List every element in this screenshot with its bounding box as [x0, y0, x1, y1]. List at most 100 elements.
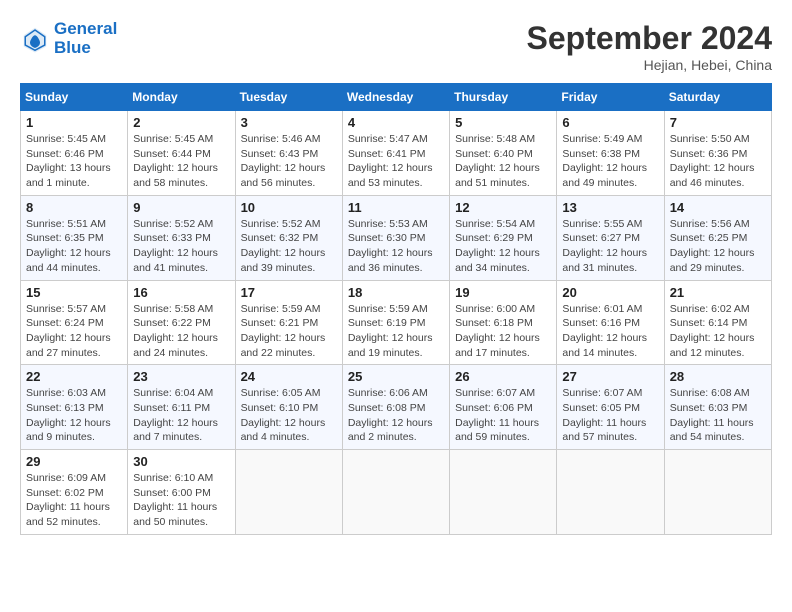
day-number: 23	[133, 369, 229, 384]
calendar-cell: 11Sunrise: 5:53 AM Sunset: 6:30 PM Dayli…	[342, 195, 449, 280]
calendar-cell: 7 Sunrise: 5:50 AM Sunset: 6:36 PM Daylig…	[664, 111, 771, 196]
day-number: 25	[348, 369, 444, 384]
calendar-week-3: 15 Sunrise: 5:57 AM Sunset: 6:24 PM Dayli…	[21, 280, 772, 365]
day-number: 17	[241, 285, 337, 300]
day-number: 10	[241, 200, 337, 215]
calendar-cell: 9 Sunrise: 5:52 AM Sunset: 6:33 PM Daylig…	[128, 195, 235, 280]
day-number: 1	[26, 115, 122, 130]
calendar-cell	[450, 450, 557, 535]
calendar-cell: 2Sunrise: 5:45 AM Sunset: 6:44 PM Daylig…	[128, 111, 235, 196]
day-number: 24	[241, 369, 337, 384]
day-info: Sunrise: 5:59 AM Sunset: 6:19 PM Dayligh…	[348, 302, 444, 361]
calendar-cell: 19 Sunrise: 6:00 AM Sunset: 6:18 PM Dayli…	[450, 280, 557, 365]
day-number: 28	[670, 369, 766, 384]
day-info: Sunrise: 5:52 AM Sunset: 6:32 PM Dayligh…	[241, 217, 337, 276]
day-info: Sunrise: 6:08 AM Sunset: 6:03 PM Dayligh…	[670, 386, 766, 445]
weekday-header-saturday: Saturday	[664, 84, 771, 111]
day-info: Sunrise: 6:06 AM Sunset: 6:08 PM Dayligh…	[348, 386, 444, 445]
calendar-cell: 4 Sunrise: 5:47 AM Sunset: 6:41 PM Daylig…	[342, 111, 449, 196]
day-number: 15	[26, 285, 122, 300]
day-number: 30	[133, 454, 229, 469]
calendar-cell: 30 Sunrise: 6:10 AM Sunset: 6:00 PM Dayli…	[128, 450, 235, 535]
day-info: Sunrise: 5:55 AM Sunset: 6:27 PM Dayligh…	[562, 217, 658, 276]
calendar-cell: 14 Sunrise: 5:56 AM Sunset: 6:25 PM Dayli…	[664, 195, 771, 280]
day-number: 14	[670, 200, 766, 215]
day-number: 4	[348, 115, 444, 130]
calendar-cell	[557, 450, 664, 535]
day-number: 20	[562, 285, 658, 300]
day-info: Sunrise: 6:09 AM Sunset: 6:02 PM Dayligh…	[26, 471, 122, 530]
weekday-header-thursday: Thursday	[450, 84, 557, 111]
day-number: 12	[455, 200, 551, 215]
day-info: Sunrise: 6:03 AM Sunset: 6:13 PM Dayligh…	[26, 386, 122, 445]
calendar-cell: 13Sunrise: 5:55 AM Sunset: 6:27 PM Dayli…	[557, 195, 664, 280]
day-number: 11	[348, 200, 444, 215]
calendar-cell: 25 Sunrise: 6:06 AM Sunset: 6:08 PM Dayli…	[342, 365, 449, 450]
calendar-cell	[342, 450, 449, 535]
calendar-cell: 21 Sunrise: 6:02 AM Sunset: 6:14 PM Dayli…	[664, 280, 771, 365]
month-title: September 2024	[527, 20, 772, 57]
day-info: Sunrise: 5:49 AM Sunset: 6:38 PM Dayligh…	[562, 132, 658, 191]
day-info: Sunrise: 5:56 AM Sunset: 6:25 PM Dayligh…	[670, 217, 766, 276]
day-info: Sunrise: 5:52 AM Sunset: 6:33 PM Dayligh…	[133, 217, 229, 276]
day-info: Sunrise: 5:57 AM Sunset: 6:24 PM Dayligh…	[26, 302, 122, 361]
day-info: Sunrise: 5:50 AM Sunset: 6:36 PM Dayligh…	[670, 132, 766, 191]
calendar-cell: 8 Sunrise: 5:51 AM Sunset: 6:35 PM Daylig…	[21, 195, 128, 280]
day-info: Sunrise: 5:51 AM Sunset: 6:35 PM Dayligh…	[26, 217, 122, 276]
day-number: 8	[26, 200, 122, 215]
day-info: Sunrise: 6:07 AM Sunset: 6:06 PM Dayligh…	[455, 386, 551, 445]
day-info: Sunrise: 5:58 AM Sunset: 6:22 PM Dayligh…	[133, 302, 229, 361]
day-info: Sunrise: 5:45 AM Sunset: 6:46 PM Dayligh…	[26, 132, 122, 191]
calendar-cell: 15 Sunrise: 5:57 AM Sunset: 6:24 PM Dayli…	[21, 280, 128, 365]
calendar-table: SundayMondayTuesdayWednesdayThursdayFrid…	[20, 83, 772, 535]
calendar-cell: 1 Sunrise: 5:45 AM Sunset: 6:46 PM Daylig…	[21, 111, 128, 196]
day-info: Sunrise: 6:05 AM Sunset: 6:10 PM Dayligh…	[241, 386, 337, 445]
weekday-header-sunday: Sunday	[21, 84, 128, 111]
day-info: Sunrise: 5:47 AM Sunset: 6:41 PM Dayligh…	[348, 132, 444, 191]
weekday-header-friday: Friday	[557, 84, 664, 111]
calendar-cell: 26 Sunrise: 6:07 AM Sunset: 6:06 PM Dayli…	[450, 365, 557, 450]
day-info: Sunrise: 5:59 AM Sunset: 6:21 PM Dayligh…	[241, 302, 337, 361]
weekday-header-monday: Monday	[128, 84, 235, 111]
day-number: 22	[26, 369, 122, 384]
page-header: General Blue September 2024 Hejian, Hebe…	[20, 20, 772, 73]
calendar-week-4: 22 Sunrise: 6:03 AM Sunset: 6:13 PM Dayli…	[21, 365, 772, 450]
calendar-cell: 16 Sunrise: 5:58 AM Sunset: 6:22 PM Dayli…	[128, 280, 235, 365]
calendar-cell: 5 Sunrise: 5:48 AM Sunset: 6:40 PM Daylig…	[450, 111, 557, 196]
day-number: 3	[241, 115, 337, 130]
calendar-week-2: 8 Sunrise: 5:51 AM Sunset: 6:35 PM Daylig…	[21, 195, 772, 280]
day-info: Sunrise: 6:10 AM Sunset: 6:00 PM Dayligh…	[133, 471, 229, 530]
day-number: 7	[670, 115, 766, 130]
day-info: Sunrise: 6:04 AM Sunset: 6:11 PM Dayligh…	[133, 386, 229, 445]
calendar-header-row: SundayMondayTuesdayWednesdayThursdayFrid…	[21, 84, 772, 111]
day-number: 21	[670, 285, 766, 300]
calendar-cell: 27Sunrise: 6:07 AM Sunset: 6:05 PM Dayli…	[557, 365, 664, 450]
day-number: 19	[455, 285, 551, 300]
day-number: 29	[26, 454, 122, 469]
day-number: 16	[133, 285, 229, 300]
day-info: Sunrise: 6:00 AM Sunset: 6:18 PM Dayligh…	[455, 302, 551, 361]
calendar-cell: 17 Sunrise: 5:59 AM Sunset: 6:21 PM Dayli…	[235, 280, 342, 365]
day-number: 18	[348, 285, 444, 300]
weekday-header-wednesday: Wednesday	[342, 84, 449, 111]
calendar-cell: 18 Sunrise: 5:59 AM Sunset: 6:19 PM Dayli…	[342, 280, 449, 365]
day-info: Sunrise: 5:46 AM Sunset: 6:43 PM Dayligh…	[241, 132, 337, 191]
day-number: 5	[455, 115, 551, 130]
calendar-cell	[664, 450, 771, 535]
day-info: Sunrise: 5:48 AM Sunset: 6:40 PM Dayligh…	[455, 132, 551, 191]
logo: General Blue	[20, 20, 117, 57]
day-number: 9	[133, 200, 229, 215]
calendar-cell: 22 Sunrise: 6:03 AM Sunset: 6:13 PM Dayli…	[21, 365, 128, 450]
calendar-cell: 6 Sunrise: 5:49 AM Sunset: 6:38 PM Daylig…	[557, 111, 664, 196]
day-info: Sunrise: 6:02 AM Sunset: 6:14 PM Dayligh…	[670, 302, 766, 361]
title-block: September 2024 Hejian, Hebei, China	[527, 20, 772, 73]
day-number: 26	[455, 369, 551, 384]
calendar-week-1: 1 Sunrise: 5:45 AM Sunset: 6:46 PM Daylig…	[21, 111, 772, 196]
calendar-body: 1 Sunrise: 5:45 AM Sunset: 6:46 PM Daylig…	[21, 111, 772, 535]
logo-text: General Blue	[54, 20, 117, 57]
calendar-cell: 28 Sunrise: 6:08 AM Sunset: 6:03 PM Dayli…	[664, 365, 771, 450]
day-number: 6	[562, 115, 658, 130]
calendar-cell: 23 Sunrise: 6:04 AM Sunset: 6:11 PM Dayli…	[128, 365, 235, 450]
day-number: 27	[562, 369, 658, 384]
day-number: 2	[133, 115, 229, 130]
